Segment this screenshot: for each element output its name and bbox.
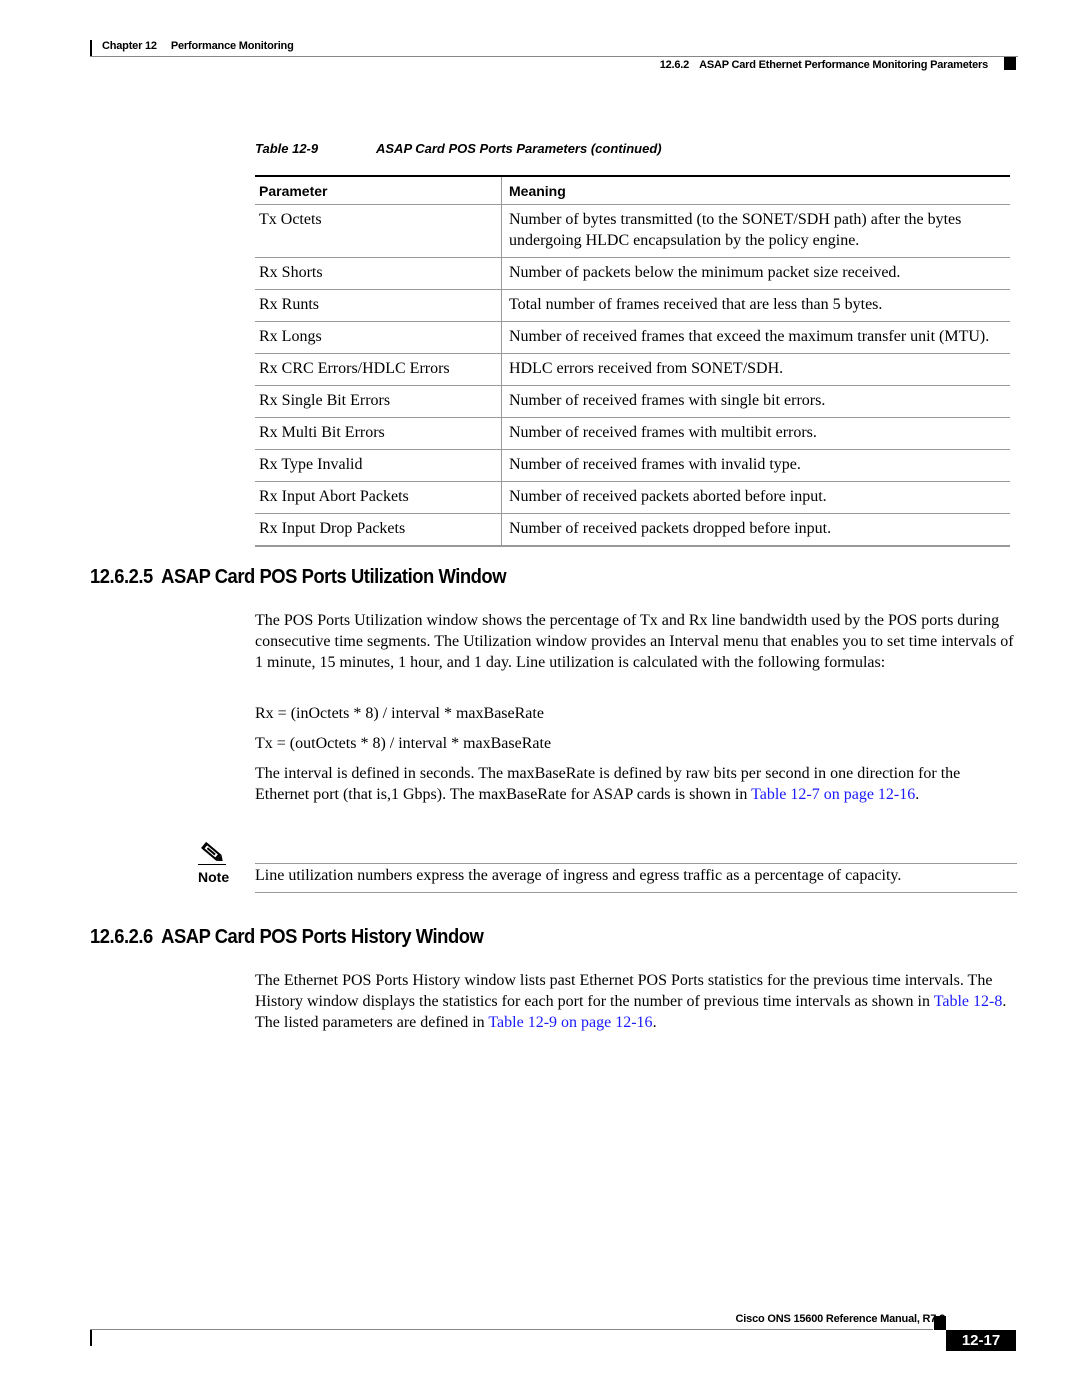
note-text: Line utilization numbers express the ave… [255, 867, 902, 884]
link-table-12-7[interactable]: Table 12-7 on page 12-16 [751, 786, 915, 803]
column-header-meaning: Meaning [501, 175, 1010, 205]
utilization-section-number: 12.6.2.5 [90, 566, 153, 588]
meaning-cell: Number of received packets aborted befor… [501, 481, 1010, 514]
history-text-3: . [652, 1014, 657, 1031]
link-table-12-9[interactable]: Table 12-9 on page 12-16 [488, 1014, 652, 1031]
parameter-cell: Rx Input Abort Packets [255, 481, 502, 514]
table-row: Rx Type Invalid Number of received frames… [255, 449, 1010, 482]
table-caption: Table 12-9 ASAP Card POS Ports Parameter… [255, 141, 662, 156]
history-text-1: The Ethernet POS Ports History window li… [255, 972, 993, 1010]
parameter-cell: Rx Input Drop Packets [255, 513, 502, 547]
table-caption-title: ASAP Card POS Ports Parameters (continue… [376, 141, 662, 156]
history-section-title: ASAP Card POS Ports History Window [161, 926, 484, 948]
history-section-heading: 12.6.2.6 ASAP Card POS Ports History Wind… [90, 926, 484, 949]
meaning-cell: Number of received packets dropped befor… [501, 513, 1010, 547]
footer-black-block [934, 1316, 946, 1330]
running-header-chapter: Chapter 12 Performance Monitoring [102, 40, 294, 52]
utilization-section-title: ASAP Card POS Ports Utilization Window [161, 566, 507, 588]
interval-paragraph: The interval is defined in seconds. The … [255, 763, 1015, 805]
utilization-intro-paragraph: The POS Ports Utilization window shows t… [255, 612, 1014, 671]
header-left-bar [90, 40, 92, 56]
chapter-title: Performance Monitoring [170, 40, 294, 52]
note-icon-rule [198, 864, 226, 865]
parameter-cell: Rx CRC Errors/HDLC Errors [255, 353, 502, 386]
parameter-cell: Rx Single Bit Errors [255, 385, 502, 418]
header-rule [90, 56, 1018, 57]
footer-left-bar [90, 1330, 92, 1346]
section-number: 12.6.2 [659, 59, 690, 71]
running-header-section: 12.6.2 ASAP Card Ethernet Performance Mon… [659, 59, 989, 71]
history-section-number: 12.6.2.6 [90, 926, 153, 948]
table-row: Rx CRC Errors/HDLC Errors HDLC errors rec… [255, 353, 1010, 386]
header-black-block [1004, 57, 1016, 70]
meaning-cell: Number of received frames that exceed th… [501, 321, 1010, 354]
formula-rx: Rx = (inOctets * 8) / interval * maxBase… [255, 705, 544, 722]
footer-manual-title: Cisco ONS 15600 Reference Manual, R7.2 [735, 1313, 946, 1325]
link-table-12-8[interactable]: Table 12-8 [934, 993, 1003, 1010]
section-title: ASAP Card Ethernet Performance Monitorin… [699, 59, 988, 71]
page-number: 12-17 [946, 1330, 1016, 1351]
meaning-cell: Number of received frames with multibit … [501, 417, 1010, 450]
table-row: Rx Shorts Number of packets below the min… [255, 257, 1010, 290]
footer-rule [90, 1329, 933, 1330]
table-row: Rx Runts Total number of frames received … [255, 289, 1010, 322]
table-row: Rx Single Bit Errors Number of received f… [255, 385, 1010, 418]
parameter-cell: Tx Octets [255, 204, 502, 258]
parameter-cell: Rx Type Invalid [255, 449, 502, 482]
parameter-cell: Rx Multi Bit Errors [255, 417, 502, 450]
table-row: Rx Longs Number of received frames that e… [255, 321, 1010, 354]
history-paragraph: The Ethernet POS Ports History window li… [255, 970, 1015, 1033]
table-header-row: Parameter Meaning [255, 175, 1010, 205]
meaning-cell: HDLC errors received from SONET/SDH. [501, 353, 1010, 386]
utilization-section-heading: 12.6.2.5 ASAP Card POS Ports Utilization … [90, 566, 507, 589]
note-label: Note [198, 869, 230, 885]
meaning-cell: Total number of frames received that are… [501, 289, 1010, 322]
column-header-parameter: Parameter [255, 175, 502, 205]
table-row: Rx Input Drop Packets Number of received … [255, 513, 1010, 547]
meaning-cell: Number of received frames with invalid t… [501, 449, 1010, 482]
parameter-cell: Rx Runts [255, 289, 502, 322]
meaning-cell: Number of packets below the minimum pack… [501, 257, 1010, 290]
chapter-label: Chapter 12 [102, 40, 157, 52]
meaning-cell: Number of received frames with single bi… [501, 385, 1010, 418]
meaning-cell: Number of bytes transmitted (to the SONE… [501, 204, 1010, 258]
note-rule-bottom [255, 892, 1017, 893]
parameter-cell: Rx Shorts [255, 257, 502, 290]
table-row: Tx Octets Number of bytes transmitted (to… [255, 204, 1010, 258]
formula-tx: Tx = (outOctets * 8) / interval * maxBas… [255, 735, 552, 752]
parameter-cell: Rx Longs [255, 321, 502, 354]
table-row: Rx Input Abort Packets Number of received… [255, 481, 1010, 514]
pencil-note-icon [201, 841, 223, 861]
interval-end: . [915, 786, 920, 803]
table-caption-label: Table 12-9 [255, 141, 319, 156]
table-row: Rx Multi Bit Errors Number of received fr… [255, 417, 1010, 450]
parameters-table: Parameter Meaning Tx Octets Number of byt… [255, 175, 1010, 547]
note-rule-top [255, 863, 1017, 864]
